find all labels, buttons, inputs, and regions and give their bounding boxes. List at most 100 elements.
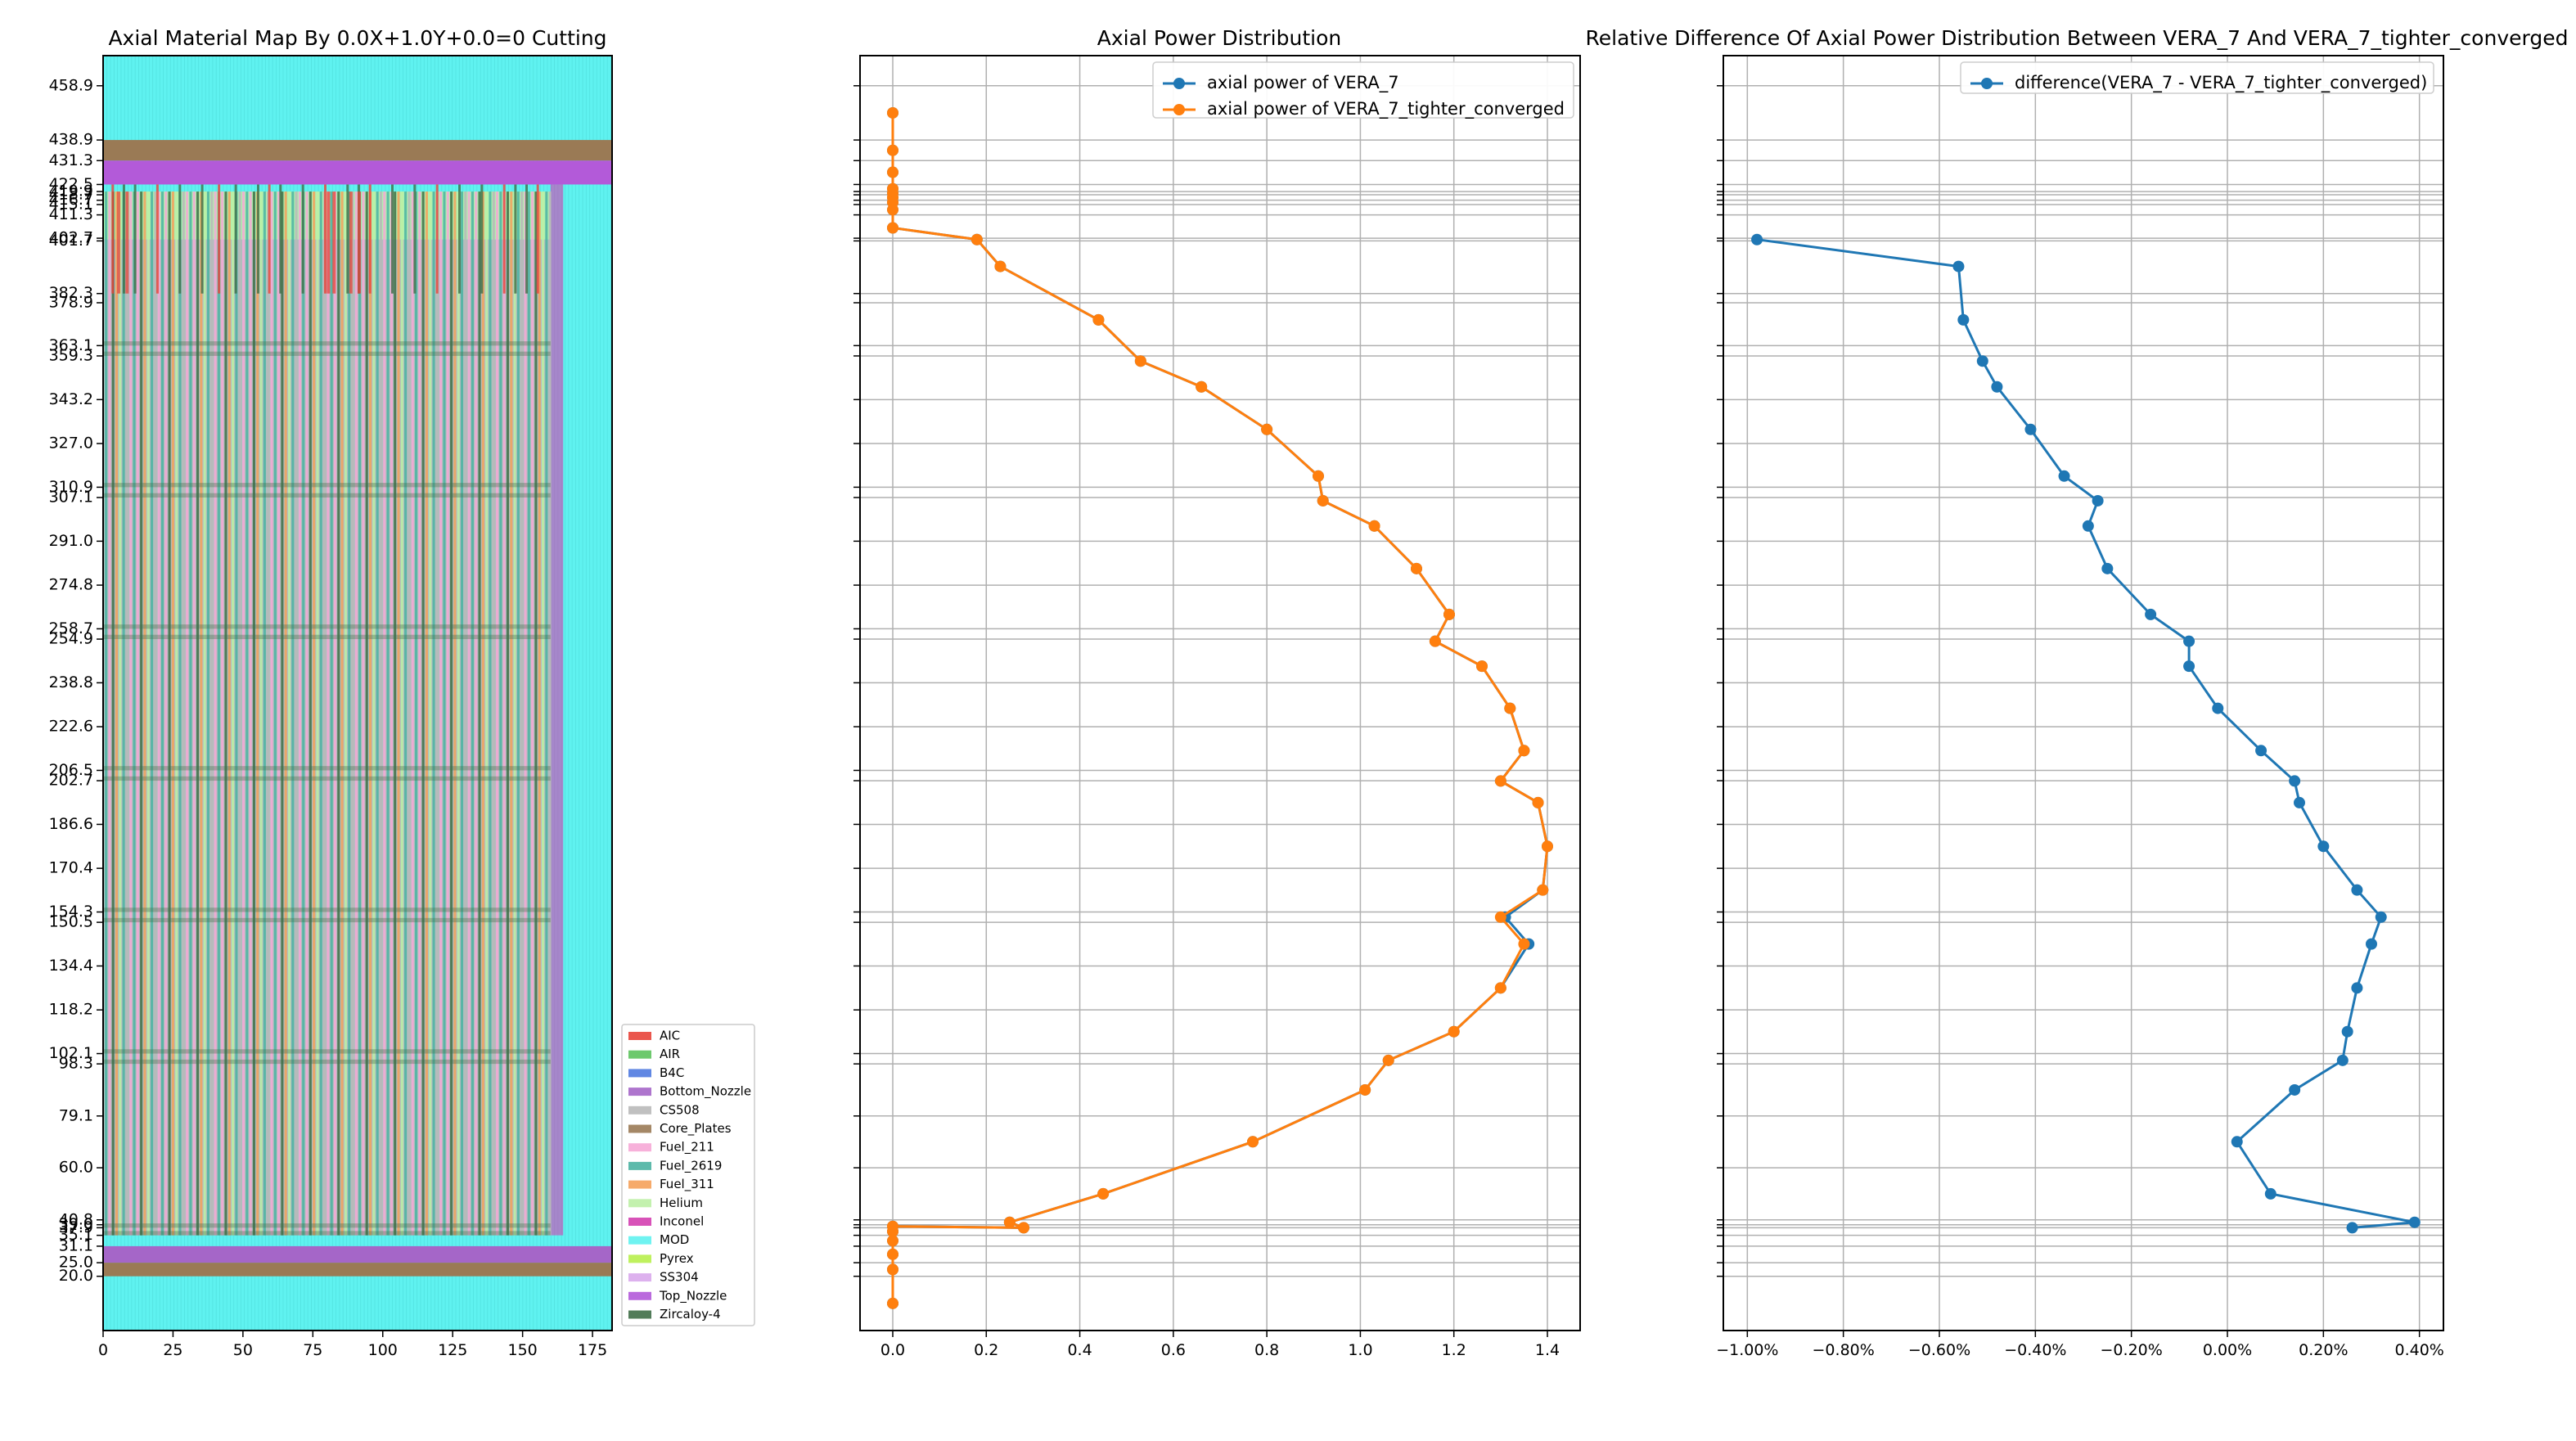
series-point (1537, 884, 1549, 896)
fuel-rod (435, 191, 439, 1236)
fuel-rod (404, 191, 408, 1236)
fuel-rod (241, 191, 245, 1236)
y-tick-label: 343.2 (49, 390, 93, 408)
y-tick-label: 458.9 (49, 76, 93, 94)
series-point (2183, 635, 2195, 647)
y-tick-label: 134.4 (49, 957, 93, 975)
legend-label: axial power of VERA_7 (1207, 73, 1399, 93)
fuel-rod (252, 191, 255, 1236)
series-point (1317, 494, 1329, 507)
fuel-rod (383, 191, 386, 1236)
spacer-grid (103, 493, 551, 498)
fuel-rod (119, 191, 122, 1236)
fuel-rod (232, 191, 235, 1236)
x-tick-label: 1.0 (1348, 1341, 1372, 1359)
series-point (887, 1248, 898, 1260)
y-tick-label: 206.5 (49, 761, 93, 779)
spacer-grid (103, 1059, 551, 1065)
series-point (1518, 938, 1530, 950)
series-point (2336, 1054, 2349, 1066)
control-rod-absorber (358, 191, 361, 294)
y-tick-label: 25.0 (59, 1254, 93, 1272)
legend-label: difference(VERA_7 - VERA_7_tighter_conve… (2015, 73, 2427, 93)
series-line (891, 112, 1549, 1304)
legend-label: axial power of VERA_7_tighter_converged (1207, 99, 1565, 119)
series-point (887, 222, 898, 234)
series-point (1429, 635, 1441, 647)
x-tick-label: −0.20% (2101, 1341, 2163, 1359)
control-rod (480, 184, 484, 294)
material-map-x-ticks: 0 25 50 75 100 125 150 175 (98, 1331, 607, 1359)
series-point (2255, 745, 2268, 757)
series-point (1382, 1054, 1394, 1066)
fuel-rod (464, 191, 467, 1236)
fuel-rod (224, 191, 227, 1236)
fuel-rod (214, 191, 217, 1236)
fuel-rod (446, 191, 449, 1236)
legend-label: B4C (660, 1065, 684, 1080)
fuel-rod (333, 191, 337, 1236)
y-tick-label: 118.2 (49, 1001, 93, 1019)
control-rod (256, 184, 259, 294)
fuel-rod (344, 191, 347, 1236)
fuel-rod (418, 191, 421, 1236)
material-map-plot-area (103, 56, 612, 1331)
fuel-rod (386, 191, 390, 1236)
control-rod (514, 184, 517, 294)
fuel-rod (108, 191, 111, 1236)
series-point (2058, 470, 2070, 482)
series-point (1443, 608, 1455, 620)
series-point (2317, 840, 2330, 853)
axial-power-title: Axial Power Distribution (1097, 26, 1341, 50)
fuel-rod (136, 191, 139, 1236)
axial-power-series (887, 106, 1553, 1309)
control-rod (133, 184, 137, 294)
fuel-rod (485, 191, 489, 1236)
material-map-panel: Axial Material Map By 0.0X+1.0Y+0.0=0 Cu… (49, 26, 755, 1359)
fuel-rod (425, 191, 428, 1236)
y-tick-label: 363.1 (49, 336, 93, 354)
fuel-rod (302, 191, 305, 1236)
x-tick-label: 175 (578, 1341, 607, 1359)
control-rod-absorber (117, 191, 121, 294)
series-point (1134, 355, 1146, 367)
fuel-rod (105, 191, 108, 1236)
spacer-grid (103, 1223, 551, 1228)
fuel-rod (362, 191, 365, 1236)
legend-marker (1173, 78, 1185, 89)
fuel-rod (400, 191, 403, 1236)
y-tick-label: 79.1 (59, 1106, 93, 1124)
fuel-rod (429, 191, 432, 1236)
fuel-rod (111, 191, 115, 1236)
fuel-rod (125, 191, 128, 1236)
legend-swatch (628, 1254, 651, 1263)
series-point (887, 166, 898, 178)
fuel-rod (542, 191, 545, 1236)
material-map-title: Axial Material Map By 0.0X+1.0Y+0.0=0 Cu… (108, 26, 606, 50)
fuel-rod (217, 191, 220, 1236)
fuel-rod (531, 191, 534, 1236)
fuel-rod (210, 191, 214, 1236)
fuel-rod (200, 191, 203, 1236)
control-rod (155, 184, 159, 294)
x-tick-label: 50 (233, 1341, 253, 1359)
control-rod (536, 184, 539, 294)
legend-swatch (628, 1124, 651, 1133)
series-point (1359, 1083, 1371, 1096)
fuel-rod (196, 191, 200, 1236)
spacer-grid (103, 634, 551, 640)
y-tick-label: 402.7 (49, 229, 93, 247)
axial-power-grid (853, 56, 1580, 1331)
fuel-rod (478, 191, 481, 1236)
legend-swatch (628, 1310, 651, 1319)
series-point (2092, 494, 2104, 507)
material-map-y-ticks: 20.025.031.135.137.939.040.860.079.198.3… (49, 76, 103, 1285)
fuel-rod (273, 191, 277, 1236)
difference-legend: difference(VERA_7 - VERA_7_tighter_conve… (1960, 61, 2434, 94)
spacer-grid (103, 1049, 551, 1054)
x-tick-label: 125 (438, 1341, 467, 1359)
series-point (1976, 355, 1988, 367)
control-rod (525, 184, 529, 294)
series-point (1476, 660, 1488, 673)
series-point (1494, 982, 1506, 994)
